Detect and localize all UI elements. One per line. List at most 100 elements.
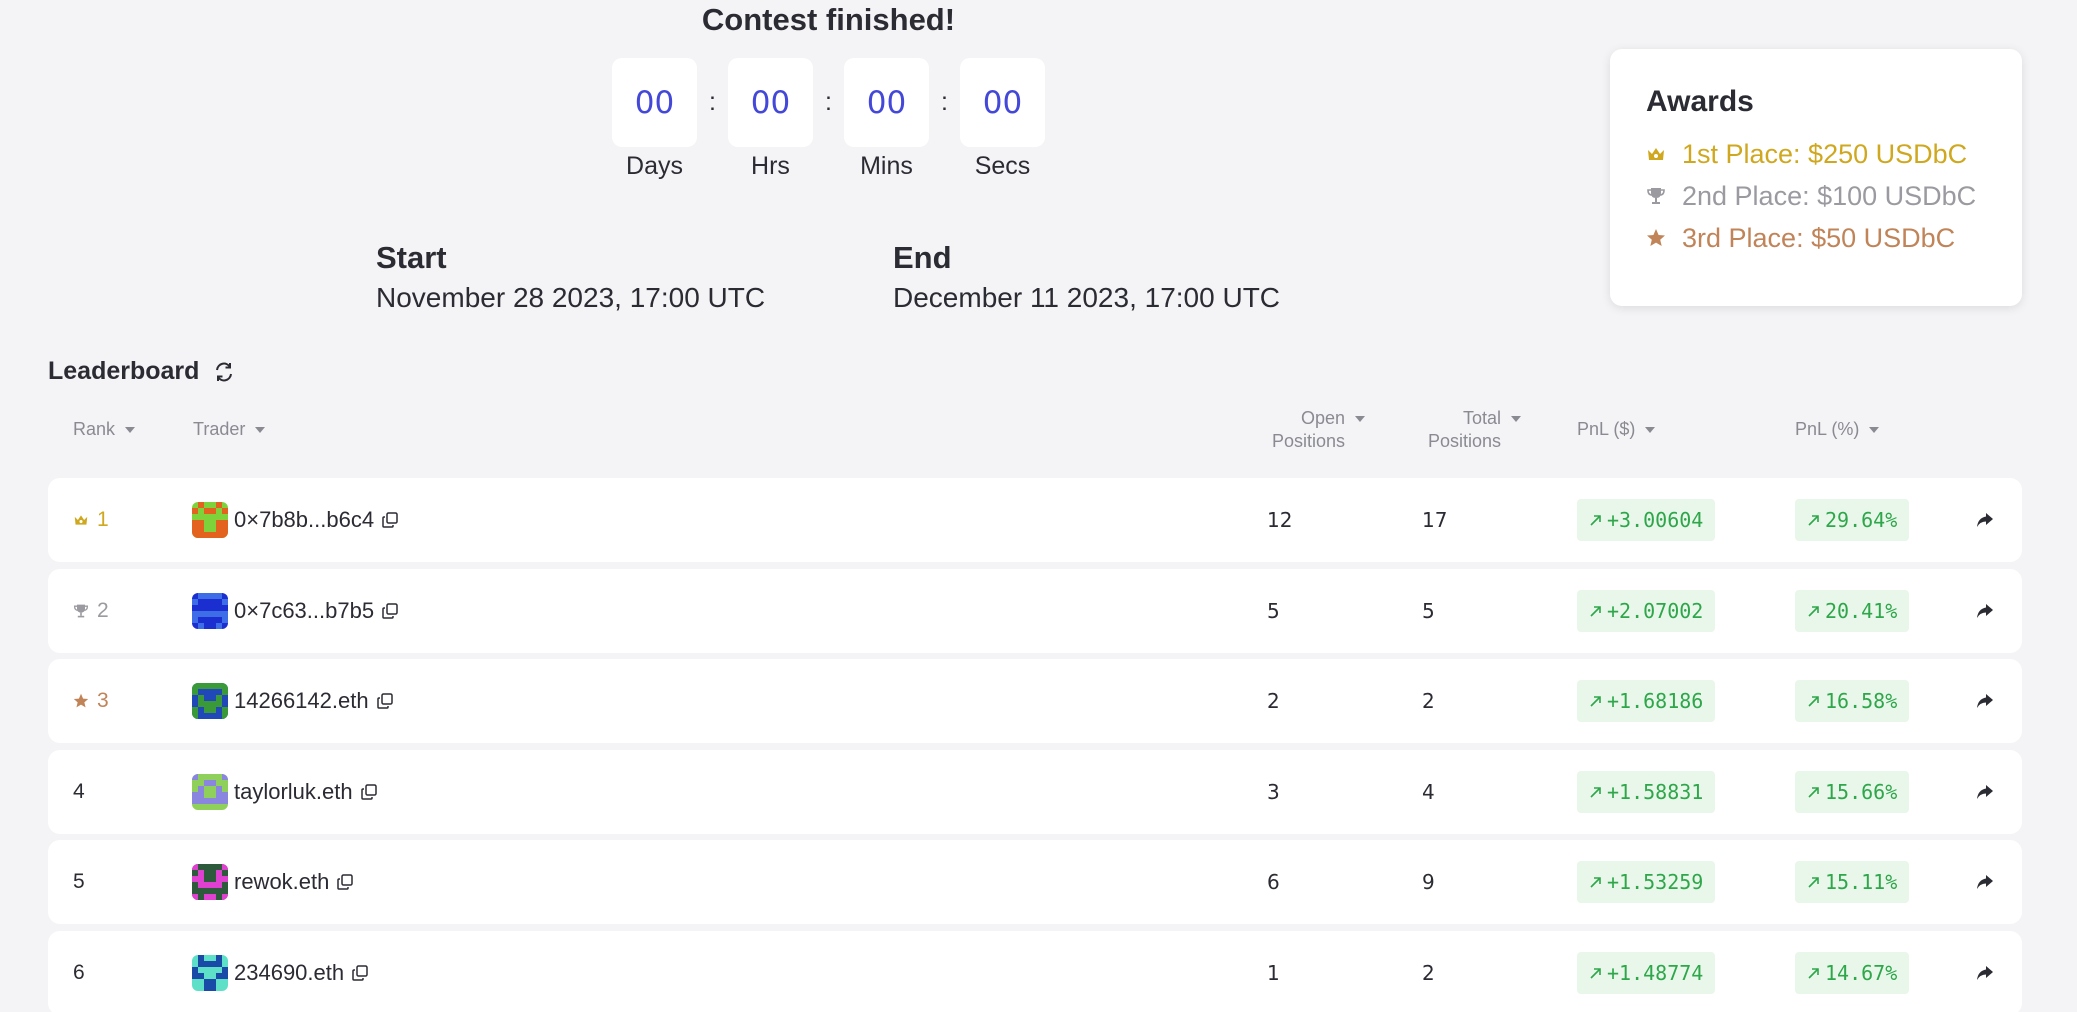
- total-positions-value: 2: [1422, 689, 1435, 713]
- countdown-hours-label: Hrs: [751, 152, 790, 180]
- copy-icon[interactable]: [352, 965, 368, 981]
- pnl-pct-value: 14.67%: [1825, 961, 1898, 985]
- countdown-timer: 00 Days : 00 Hrs : 00 Mins : 00 Secs: [612, 58, 1045, 181]
- trader-address[interactable]: 0×7b8b...b6c4: [234, 507, 374, 533]
- column-pnl-pct[interactable]: PnL (%): [1795, 418, 1880, 441]
- end-label: End: [893, 240, 952, 275]
- share-icon[interactable]: [1976, 659, 1994, 743]
- copy-icon[interactable]: [382, 603, 398, 619]
- leaderboard-title: Leaderboard: [48, 357, 200, 385]
- countdown-hours-value: 00: [728, 58, 813, 147]
- refresh-icon[interactable]: [213, 361, 235, 383]
- start-date: November 28 2023, 17:00 UTC: [376, 282, 766, 313]
- sort-caret-icon: [1869, 426, 1880, 433]
- share-icon[interactable]: [1976, 478, 1994, 562]
- total-positions-value: 5: [1422, 599, 1435, 623]
- column-total-positions[interactable]: Total Positions: [1428, 407, 1522, 453]
- pnl-usd-badge: +1.68186: [1577, 680, 1716, 722]
- pnl-usd-value: +2.07002: [1607, 599, 1704, 623]
- pnl-usd-badge: +2.07002: [1577, 590, 1716, 632]
- avatar: [192, 502, 228, 538]
- contest-start: Start November 28 2023, 17:00 UTC: [376, 240, 765, 314]
- pnl-usd-badge: +1.53259: [1577, 861, 1716, 903]
- rank-cell: 4: [73, 750, 85, 834]
- table-row-1[interactable]: 1 0×7b8b...b6c4 12 17 +3.00604 29.64%: [48, 478, 2022, 562]
- open-positions-value: 2: [1267, 689, 1280, 713]
- column-pnl-usd-label: PnL ($): [1577, 419, 1636, 439]
- trader-address[interactable]: 14266142.eth: [234, 688, 369, 714]
- share-icon[interactable]: [1976, 840, 1994, 924]
- pnl-pct-value: 29.64%: [1825, 508, 1898, 532]
- open-positions-value: 1: [1267, 961, 1280, 985]
- trader-cell: rewok.eth: [192, 840, 354, 924]
- countdown-seconds: 00 Secs: [960, 58, 1045, 181]
- table-row-5[interactable]: 5 rewok.eth 6 9 +1.53259 15.11%: [48, 840, 2022, 924]
- awards-card: Awards 1st Place: $250 USDbC 2nd Place: …: [1610, 49, 2022, 306]
- rank-cell: 6: [73, 931, 85, 1012]
- table-row-6[interactable]: 6 234690.eth 1 2 +1.48774 14.67%: [48, 931, 2022, 1012]
- award-second: 2nd Place: $100 USDbC: [1646, 175, 2022, 217]
- trader-address[interactable]: 234690.eth: [234, 960, 344, 986]
- rank-cell: 1: [73, 478, 109, 562]
- trader-address[interactable]: rewok.eth: [234, 869, 329, 895]
- avatar: [192, 683, 228, 719]
- table-row-2[interactable]: 2 0×7c63...b7b5 5 5 +2.07002 20.41%: [48, 569, 2022, 653]
- countdown-separator: :: [941, 88, 948, 116]
- rank-cell: 2: [73, 569, 109, 653]
- countdown-hours: 00 Hrs: [728, 58, 813, 181]
- pnl-pct-badge: 16.58%: [1795, 680, 1910, 722]
- copy-icon[interactable]: [376, 693, 393, 709]
- copy-icon[interactable]: [337, 874, 354, 890]
- share-icon[interactable]: [1976, 750, 1994, 834]
- share-icon[interactable]: [1976, 569, 1994, 653]
- pnl-usd-value: +1.53259: [1607, 870, 1704, 894]
- countdown-minutes: 00 Mins: [844, 58, 929, 181]
- copy-icon[interactable]: [360, 784, 377, 800]
- share-icon[interactable]: [1976, 931, 1994, 1012]
- pnl-pct-value: 16.58%: [1825, 689, 1898, 713]
- rank-number: 3: [97, 689, 109, 712]
- trophy-icon: [73, 603, 89, 619]
- column-pnl-usd[interactable]: PnL ($): [1577, 418, 1656, 441]
- sort-caret-icon: [1511, 416, 1522, 422]
- sort-caret-icon: [1645, 426, 1656, 433]
- total-positions-value: 2: [1422, 961, 1435, 985]
- rank-number: 4: [73, 780, 85, 803]
- pnl-pct-badge: 14.67%: [1795, 952, 1910, 994]
- trader-cell: 14266142.eth: [192, 659, 393, 743]
- star-icon: [1646, 228, 1682, 248]
- open-positions-value: 5: [1267, 599, 1280, 623]
- column-pnl-pct-label: PnL (%): [1795, 419, 1860, 439]
- sort-caret-icon: [1355, 416, 1366, 422]
- star-icon: [73, 693, 89, 709]
- column-rank[interactable]: Rank: [73, 418, 136, 441]
- trader-address[interactable]: taylorluk.eth: [234, 779, 353, 805]
- pnl-pct-badge: 15.11%: [1795, 861, 1910, 903]
- rank-cell: 5: [73, 840, 85, 924]
- pnl-pct-value: 15.11%: [1825, 870, 1898, 894]
- column-trader[interactable]: Trader: [193, 418, 266, 441]
- column-open-positions[interactable]: Open Positions: [1272, 407, 1366, 453]
- award-third: 3rd Place: $50 USDbC: [1646, 217, 2022, 259]
- trader-address[interactable]: 0×7c63...b7b5: [234, 598, 374, 624]
- leaderboard-header: Leaderboard: [48, 357, 235, 386]
- award-first: 1st Place: $250 USDbC: [1646, 133, 2022, 175]
- table-row-4[interactable]: 4 taylorluk.eth 3 4 +1.58831 15.66%: [48, 750, 2022, 834]
- countdown-seconds-value: 00: [960, 58, 1045, 147]
- column-trader-label: Trader: [193, 419, 246, 439]
- trophy-icon: [1646, 186, 1682, 206]
- countdown-minutes-value: 00: [844, 58, 929, 147]
- end-date: December 11 2023, 17:00 UTC: [893, 282, 1281, 313]
- column-total-label-2: Positions: [1428, 431, 1502, 451]
- crown-icon: [1646, 145, 1682, 163]
- crown-icon: [73, 513, 89, 527]
- countdown-days: 00 Days: [612, 58, 697, 181]
- countdown-separator: :: [825, 88, 832, 116]
- open-positions-value: 6: [1267, 870, 1280, 894]
- avatar: [192, 955, 228, 991]
- copy-icon[interactable]: [382, 512, 398, 528]
- trader-cell: 0×7c63...b7b5: [192, 569, 398, 653]
- table-row-3[interactable]: 3 14266142.eth 2 2 +1.68186 16.58%: [48, 659, 2022, 743]
- award-first-text: 1st Place: $250 USDbC: [1682, 138, 1968, 169]
- start-label: Start: [376, 240, 447, 275]
